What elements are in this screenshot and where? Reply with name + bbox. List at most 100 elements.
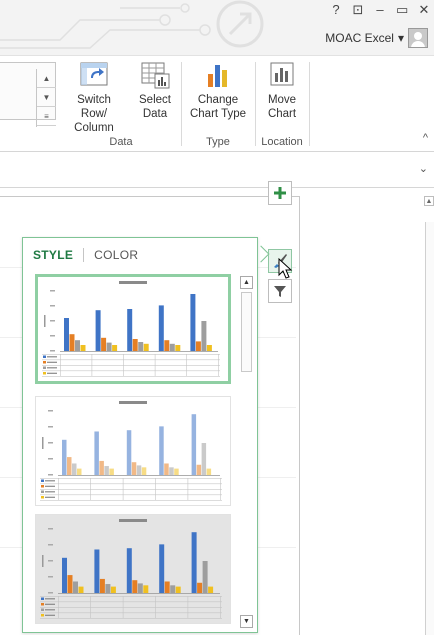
mini-legend-key [41, 614, 44, 617]
sheet-vertical-scrollbar[interactable] [425, 222, 434, 635]
mini-tick [50, 335, 55, 337]
mini-bar [77, 468, 82, 475]
mini-chart-title [119, 519, 147, 522]
account-menu[interactable]: MOAC Excel ▾ [325, 28, 428, 48]
chart-elements-button[interactable] [268, 181, 292, 205]
group-label-data: Data [109, 136, 133, 148]
change-chart-type-icon [203, 60, 233, 90]
mini-bar [202, 561, 208, 593]
mini-bar [95, 310, 101, 351]
restore-icon[interactable]: ▭ [396, 2, 408, 18]
mini-bar [141, 467, 147, 475]
mini-tick [48, 474, 53, 476]
mini-bar [106, 342, 112, 351]
mini-bar [78, 586, 84, 593]
mini-bar [104, 466, 109, 475]
mini-table-line [187, 478, 189, 500]
mini-bar [73, 581, 78, 593]
select-data-label-2: Data [142, 108, 168, 120]
plus-icon [274, 187, 286, 199]
move-chart-button[interactable]: Move Chart [258, 60, 306, 121]
gallery-scroll: ▲ ▼ ≡ [36, 69, 56, 127]
select-data-label-1: Select [139, 94, 171, 106]
mini-bar [164, 581, 170, 593]
tab-color[interactable]: COLOR [94, 248, 138, 262]
mini-tick [48, 560, 53, 562]
mini-bar [72, 463, 77, 475]
style-thumbnail-3[interactable] [35, 514, 231, 624]
mini-bar [159, 426, 164, 475]
mini-legend-label [47, 372, 57, 374]
mini-table-line [40, 478, 222, 479]
mini-bar [101, 337, 107, 351]
switch-row-column-label-1: Switch Row/ [77, 94, 111, 120]
mini-bar [132, 339, 138, 351]
mini-baseline [60, 351, 218, 352]
gallery-more-icon[interactable]: ≡ [37, 107, 56, 126]
mini-bar [109, 468, 114, 475]
collapse-ribbon-icon[interactable]: ^ [423, 132, 428, 144]
scroll-down-icon[interactable]: ▼ [240, 615, 253, 628]
mini-bar [164, 463, 169, 475]
mini-legend-key [43, 355, 46, 358]
window-controls: ? ⊡ – ▭ ✕ [330, 2, 430, 18]
mini-bar [99, 460, 104, 475]
ribbon-display-options-icon[interactable]: ⊡ [352, 2, 364, 18]
mini-table-line [122, 596, 124, 618]
mini-table-line [40, 612, 222, 614]
mini-bar [136, 465, 142, 475]
avatar[interactable] [408, 28, 428, 48]
change-chart-type-label-1: Change [197, 94, 239, 106]
formula-bar[interactable]: ⌄ [0, 152, 434, 188]
mini-bar [105, 584, 111, 593]
sheet-scroll-up-icon[interactable]: ▲ [424, 196, 434, 206]
gallery-down-icon[interactable]: ▼ [37, 88, 56, 107]
mini-bar [169, 343, 175, 351]
mini-table-line [40, 607, 222, 608]
mini-legend-key [41, 496, 44, 499]
chart-styles-gallery[interactable]: ▲ ▼ ≡ [0, 62, 56, 127]
mini-baseline [58, 593, 220, 594]
mini-legend-key [43, 372, 46, 375]
switch-row-column-button[interactable]: Switch Row/ Column [64, 60, 124, 135]
mini-bar [169, 467, 174, 475]
flyout-scrollbar[interactable]: ▲ ▼ [240, 276, 253, 628]
chart-style-flyout: STYLE COLOR ▲ ▼ [22, 237, 258, 633]
change-chart-type-button[interactable]: Change Chart Type [184, 60, 252, 121]
mini-bar [126, 430, 132, 475]
mini-bar [206, 468, 212, 475]
scroll-up-icon[interactable]: ▲ [240, 276, 253, 289]
mini-table-line [90, 478, 91, 500]
mini-table-line [42, 376, 220, 377]
mini-tick [48, 544, 53, 546]
ribbon: ▲ ▼ ≡ Switch Row/ Column Select Data Dat… [0, 56, 434, 152]
mini-bar [206, 345, 212, 351]
help-icon[interactable]: ? [330, 2, 342, 18]
mini-table-line [187, 596, 189, 618]
tab-style[interactable]: STYLE [33, 248, 73, 262]
mini-table-line [122, 478, 124, 500]
scroll-thumb[interactable] [241, 292, 252, 372]
mini-bar [69, 334, 75, 351]
mini-bar [143, 585, 149, 593]
mini-bar [99, 578, 105, 593]
gallery-up-icon[interactable]: ▲ [37, 69, 56, 88]
style-thumbnail-1[interactable] [35, 274, 231, 384]
chart-filters-button[interactable] [268, 279, 292, 303]
mini-tick [50, 290, 55, 292]
mini-table-line [220, 478, 221, 500]
change-chart-type-label-2: Chart Type [189, 108, 247, 120]
select-data-button[interactable]: Select Data [132, 60, 178, 121]
style-thumbnail-2[interactable] [35, 396, 231, 506]
minimize-icon[interactable]: – [374, 2, 386, 18]
close-icon[interactable]: ✕ [418, 2, 430, 18]
mini-table-line [155, 596, 156, 618]
mini-legend-key [41, 597, 44, 600]
mini-legend-key [41, 479, 44, 482]
expand-formula-bar-icon[interactable]: ⌄ [419, 162, 428, 175]
mini-legend-label [47, 361, 57, 363]
switch-row-column-label-2: Column [74, 122, 114, 134]
chevron-down-icon: ▾ [397, 31, 404, 45]
mini-bar [201, 443, 207, 475]
mini-bar [80, 345, 86, 351]
